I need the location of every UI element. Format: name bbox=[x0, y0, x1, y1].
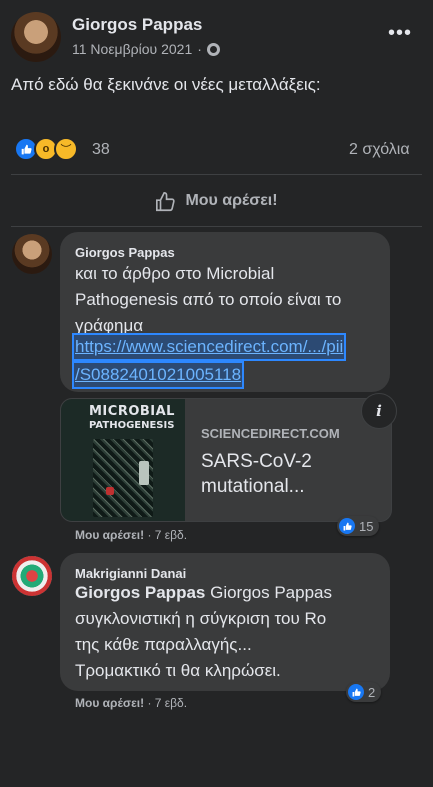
link-title: SARS-CoV-2 mutational... bbox=[201, 451, 312, 497]
post-date[interactable]: 11 Νοεμβρίου 2021 bbox=[72, 41, 192, 57]
comment-like-button[interactable]: Μου αρέσει! bbox=[75, 696, 144, 710]
like-reaction-icon bbox=[348, 684, 364, 700]
comment-author-name[interactable]: Makrigianni Danai bbox=[75, 566, 186, 581]
comment-author-avatar[interactable] bbox=[12, 234, 52, 274]
comment-time[interactable]: 7 εβδ. bbox=[155, 696, 187, 710]
comment-reactions[interactable]: 2 bbox=[346, 682, 382, 702]
reaction-count[interactable]: 38 bbox=[92, 141, 110, 159]
globe-icon bbox=[206, 42, 220, 56]
link-domain: SCIENCEDIRECT.COM bbox=[201, 426, 340, 441]
post-text: Από εδώ θα ξεκινάνε οι νέες μεταλλάξεις: bbox=[11, 75, 321, 94]
comment-link[interactable]: https://www.sciencedirect.com/.../pii /S… bbox=[72, 333, 347, 389]
comment-time[interactable]: 7 εβδ. bbox=[155, 528, 187, 542]
reactions-summary[interactable]: o ︶ bbox=[14, 137, 78, 161]
comment-author-name[interactable]: Giorgos Pappas bbox=[75, 245, 175, 260]
comment-actions: Μου αρέσει! · 7 εβδ. bbox=[75, 696, 188, 710]
divider bbox=[11, 226, 422, 227]
comment-bubble: Makrigianni Danai Giorgos Pappas Giorgos… bbox=[60, 553, 390, 691]
like-button-label: Μου αρέσει! bbox=[185, 192, 278, 209]
comment-author-avatar[interactable] bbox=[12, 556, 52, 596]
divider bbox=[11, 174, 422, 175]
mention-link[interactable]: Giorgos Pappas bbox=[75, 583, 205, 602]
info-icon[interactable]: i bbox=[361, 393, 397, 429]
comment-count[interactable]: 2 σχόλια bbox=[349, 141, 410, 159]
post-author-avatar[interactable] bbox=[11, 12, 61, 62]
like-reaction-icon bbox=[339, 518, 355, 534]
comment-like-button[interactable]: Μου αρέσει! bbox=[75, 528, 144, 542]
book-cover-image: MICROBIAL PATHOGENESIS bbox=[61, 399, 185, 521]
link-preview-card[interactable]: MICROBIAL PATHOGENESIS SCIENCEDIRECT.COM… bbox=[60, 398, 392, 522]
more-options-icon[interactable]: ••• bbox=[388, 22, 412, 45]
thumbs-up-icon bbox=[155, 191, 176, 212]
comment-actions: Μου αρέσει! · 7 εβδ. bbox=[75, 528, 188, 542]
post-meta: 11 Νοεμβρίου 2021 · bbox=[72, 41, 220, 57]
comment-text: και το άρθρο στο Microbial Pathogenesis … bbox=[75, 264, 342, 335]
sad-reaction-icon: ︶ bbox=[54, 137, 78, 161]
comment-text: Giorgos Pappas Giorgos Pappas συγκλονιστ… bbox=[75, 583, 333, 680]
post-author-name[interactable]: Giorgos Pappas bbox=[72, 15, 202, 35]
like-button[interactable]: Μου αρέσει! bbox=[0, 187, 433, 215]
comment-bubble: Giorgos Pappas και το άρθρο στο Microbia… bbox=[60, 232, 390, 392]
comment-reactions[interactable]: 15 bbox=[337, 516, 380, 536]
